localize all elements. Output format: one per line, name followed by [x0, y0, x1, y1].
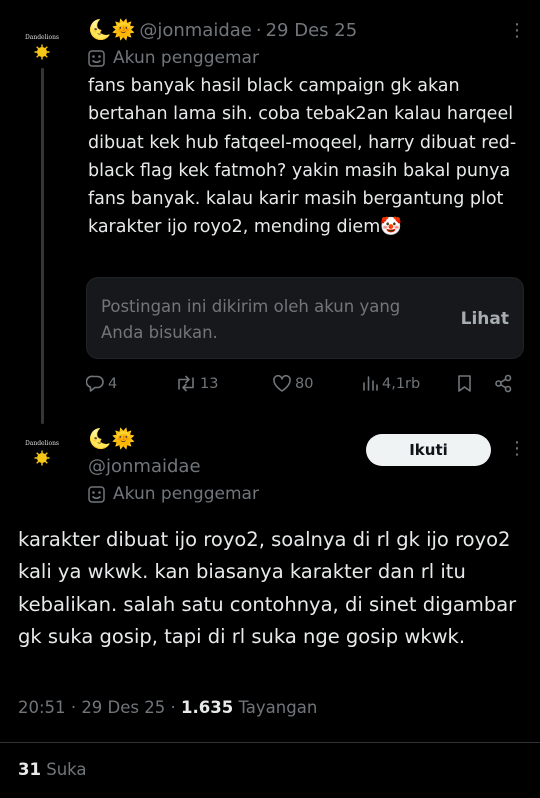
user-handle[interactable]: @jonmaidae — [88, 456, 201, 477]
share-button[interactable] — [494, 374, 516, 393]
more-options-icon[interactable]: ⋮ — [508, 440, 526, 458]
main-post-header: 🌜🌞 — [88, 430, 139, 449]
divider — [0, 742, 540, 743]
user-handle[interactable]: @jonmaidae — [139, 20, 252, 41]
sun-icon — [34, 44, 50, 60]
likes-summary[interactable]: 31 Suka — [18, 760, 87, 779]
muted-quote-card[interactable]: Postingan ini dikirim oleh akun yang And… — [86, 277, 524, 359]
reply-button[interactable]: 4 — [86, 374, 117, 393]
views-count: 1.635 — [181, 698, 234, 717]
share-icon — [495, 374, 512, 393]
repost-button[interactable]: 13 — [175, 374, 218, 393]
like-count: 80 — [295, 375, 314, 392]
fan-account-badge: Akun penggemar — [88, 484, 259, 504]
display-name[interactable]: 🌜🌞 — [88, 430, 135, 449]
views-button[interactable]: 4,1rb — [362, 374, 420, 393]
likes-count: 31 — [18, 760, 41, 779]
separator: · — [255, 20, 262, 41]
fan-badge-label: Akun penggemar — [113, 484, 259, 504]
thread-line — [41, 68, 44, 424]
reply-count: 4 — [108, 375, 118, 392]
view-muted-button[interactable]: Lihat — [461, 309, 509, 329]
post-date[interactable]: 29 Des 25 — [81, 698, 165, 717]
repost-count: 13 — [200, 375, 219, 392]
views-label: Tayangan — [238, 698, 318, 717]
post-time[interactable]: 20:51 — [18, 698, 66, 717]
theater-masks-icon — [88, 485, 105, 503]
theater-masks-icon — [88, 49, 105, 67]
views-count: 4,1rb — [382, 375, 421, 392]
post-date[interactable]: 29 Des 25 — [266, 20, 358, 41]
avatar-text: Dandelions — [24, 34, 60, 41]
post-actions: 4 13 80 4,1rb — [86, 374, 526, 398]
avatar-text: Dandelions — [24, 440, 60, 447]
repost-icon — [178, 375, 194, 392]
more-options-icon[interactable]: ⋮ — [508, 22, 526, 40]
avatar[interactable]: Dandelions — [22, 26, 62, 66]
post-text: fans banyak hasil black campaign gk akan… — [88, 76, 517, 238]
muted-notice: Postingan ini dikirim oleh akun yang And… — [101, 297, 401, 342]
separator: · — [170, 698, 176, 717]
reply-post[interactable]: Dandelions 🌜🌞 @jonmaidae · 29 Des 25 ⋮ A… — [0, 0, 540, 430]
follow-button[interactable]: Ikuti — [366, 434, 491, 466]
sun-icon — [34, 450, 50, 466]
main-post-handle-row: @jonmaidae — [88, 456, 201, 477]
post-header: 🌜🌞 @jonmaidae · 29 Des 25 — [88, 20, 357, 41]
heart-icon — [273, 374, 291, 392]
display-name[interactable]: 🌜🌞 — [88, 21, 135, 40]
bookmark-icon — [458, 375, 471, 392]
reply-icon — [86, 375, 104, 392]
main-post-text: karakter dibuat ijo royo2, soalnya di rl… — [18, 528, 517, 649]
avatar[interactable]: Dandelions — [22, 432, 62, 472]
views-icon — [363, 376, 378, 391]
fan-badge-label: Akun penggemar — [113, 48, 259, 68]
bookmark-button[interactable] — [456, 374, 476, 393]
post-meta: 20:51 · 29 Des 25 · 1.635 Tayangan — [18, 698, 317, 717]
separator: · — [70, 698, 77, 717]
fan-account-badge: Akun penggemar — [88, 48, 259, 68]
likes-label: Suka — [46, 760, 87, 779]
like-button[interactable]: 80 — [272, 374, 313, 393]
